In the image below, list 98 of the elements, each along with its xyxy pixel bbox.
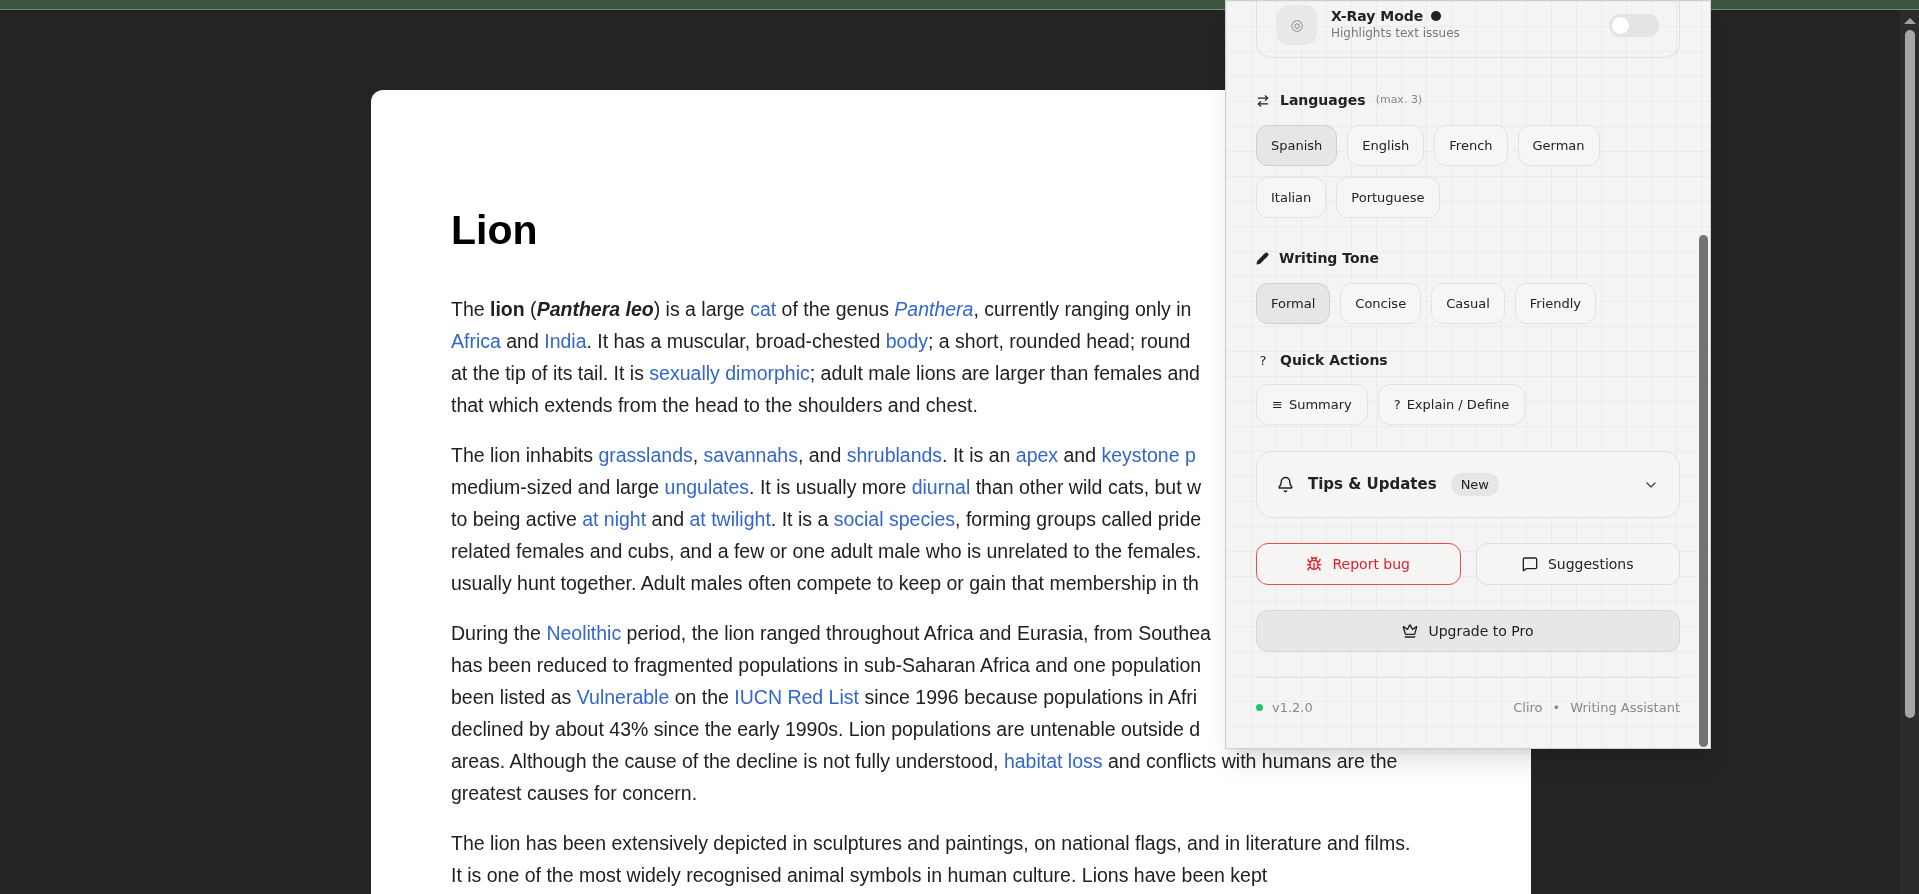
article-text: and bbox=[1062, 444, 1098, 466]
article-text: The lion has been extensively depicted in sculptures and paintings, on national flags, and in literature and films. bbox=[451, 832, 1411, 854]
version-label: v1.2.0 bbox=[1272, 699, 1313, 717]
article-link[interactable]: social species bbox=[833, 508, 956, 530]
option-chip[interactable]: Portuguese bbox=[1336, 177, 1440, 218]
article-text: ) is a large bbox=[653, 298, 746, 320]
chat-icon bbox=[1521, 556, 1538, 572]
article-text: areas. Although the cause of the decline is not fully understood, bbox=[451, 750, 1000, 772]
upgrade-button[interactable]: Upgrade to Pro bbox=[1256, 610, 1680, 652]
new-badge: New bbox=[1450, 472, 1499, 497]
article-link[interactable]: savannahs bbox=[703, 444, 798, 466]
toggle-switch[interactable] bbox=[1609, 13, 1659, 37]
article-link[interactable]: body bbox=[885, 330, 928, 352]
article-link[interactable]: sexually dimorphic bbox=[649, 362, 810, 384]
xray-icon: ◎ bbox=[1277, 5, 1317, 45]
article-text: During the bbox=[451, 622, 542, 644]
tagline-label: Writing Assistant bbox=[1570, 699, 1680, 717]
article-text: at the tip of its tail. It is bbox=[451, 362, 645, 384]
suggestions-button[interactable]: Suggestions bbox=[1475, 543, 1680, 585]
article-text: has been reduced to fragmented populations in sub-Saharan Africa and one population bbox=[451, 654, 1202, 676]
xray-subtitle: Highlights text issues bbox=[1331, 25, 1461, 42]
quick-action-button[interactable]: ? Explain / Define bbox=[1377, 384, 1526, 425]
option-chip[interactable]: Italian bbox=[1256, 177, 1327, 218]
article-link[interactable]: cat bbox=[750, 298, 777, 320]
article-text: ; adult male lions are larger than females and bbox=[809, 362, 1200, 384]
article-text: medium-sized and large bbox=[451, 476, 661, 498]
article-link[interactable]: diurnal bbox=[911, 476, 971, 498]
article-link[interactable]: Neolithic bbox=[546, 622, 622, 644]
article-text: It is one of the most widely recognised animal symbols in human culture. Lions have been kept bbox=[451, 864, 1268, 886]
option-chip[interactable]: French bbox=[1434, 125, 1508, 166]
article-link[interactable]: at twilight bbox=[689, 508, 771, 530]
article-text: to being active bbox=[451, 508, 578, 530]
brand-label: Cliro bbox=[1513, 699, 1543, 717]
article-text: , bbox=[692, 444, 700, 466]
article-link[interactable]: apex bbox=[1015, 444, 1059, 466]
option-chip[interactable]: Casual bbox=[1431, 283, 1505, 324]
article-text: . It is an bbox=[942, 444, 1012, 466]
quick-action-button[interactable]: ≡ Summary bbox=[1256, 384, 1368, 425]
article-text: and conflicts with humans are the bbox=[1106, 750, 1398, 772]
option-chip[interactable]: Concise bbox=[1340, 283, 1422, 324]
article-text: and bbox=[650, 508, 686, 530]
article-text: than other wild cats, but w bbox=[974, 476, 1202, 498]
article-text: on the bbox=[673, 686, 730, 708]
section-title: Writing Tone bbox=[1279, 249, 1380, 268]
article-text: The lion inhabits bbox=[451, 444, 594, 466]
section-title: Languages bbox=[1280, 91, 1366, 110]
article-text: related females and cubs, and a few or one adult male who is unrelated to the females. bbox=[451, 540, 1202, 562]
article-link[interactable]: India bbox=[544, 330, 587, 352]
info-icon bbox=[1431, 11, 1442, 21]
tips-card[interactable]: Tips & Updates New bbox=[1256, 451, 1680, 518]
article-link[interactable]: shrublands bbox=[846, 444, 943, 466]
article-text: period, the lion ranged throughout Africa and Eurasia, from Southea bbox=[625, 622, 1211, 644]
scroll-up-icon[interactable] bbox=[1903, 18, 1916, 24]
bell-icon bbox=[1277, 476, 1294, 493]
article-link[interactable]: habitat loss bbox=[1003, 750, 1103, 772]
bug-icon bbox=[1306, 556, 1323, 572]
xray-title: X-Ray Mode bbox=[1331, 8, 1424, 24]
article-text: usually hunt together. Adult males often compete to keep or gain that membership in th bbox=[451, 572, 1199, 594]
article-text: , forming groups called pride bbox=[955, 508, 1202, 530]
article-text: . It has a muscular, broad-chested bbox=[586, 330, 882, 352]
article-text: declined by about 43% since the early 1990s. Lion populations are untenable outside d bbox=[451, 718, 1201, 740]
article-text: of the genus bbox=[780, 298, 890, 320]
swap-icon bbox=[1256, 93, 1270, 108]
article-text: that which extends from the head to the shoulders and chest. bbox=[451, 394, 978, 416]
question-icon: ? bbox=[1256, 350, 1270, 371]
separator-dot: • bbox=[1552, 699, 1561, 717]
option-chip[interactable]: Friendly bbox=[1514, 283, 1597, 324]
article-text: , and bbox=[797, 444, 843, 466]
article-text: . It is usually more bbox=[749, 476, 908, 498]
option-chip[interactable]: Formal bbox=[1256, 283, 1331, 324]
article-text: ; a short, rounded head; round bbox=[928, 330, 1191, 352]
article-link[interactable]: ungulates bbox=[664, 476, 750, 498]
article-text: greatest causes for concern. bbox=[451, 782, 698, 804]
tips-title: Tips & Updates bbox=[1308, 474, 1437, 496]
pencil-icon bbox=[1256, 252, 1269, 265]
option-chip[interactable]: Spanish bbox=[1256, 125, 1338, 166]
article-text: , currently ranging only in bbox=[973, 298, 1192, 320]
article-text: . It is a bbox=[770, 508, 830, 530]
option-chip[interactable]: German bbox=[1517, 125, 1600, 166]
section-title: Quick Actions bbox=[1280, 351, 1388, 370]
article-link[interactable]: IUCN Red List bbox=[734, 686, 859, 708]
option-chip[interactable]: English bbox=[1347, 125, 1425, 166]
report-bug-button[interactable]: Report bug bbox=[1256, 543, 1461, 585]
article-text: Panthera leo bbox=[536, 298, 654, 320]
article-text: The lion ( bbox=[451, 298, 537, 320]
article-title: Lion bbox=[451, 206, 538, 254]
article-link[interactable]: Panthera bbox=[894, 298, 974, 320]
article-link[interactable]: keystone p bbox=[1101, 444, 1196, 466]
article-link[interactable]: at night bbox=[582, 508, 647, 530]
article-link[interactable]: Africa bbox=[451, 330, 501, 352]
article-link[interactable]: grasslands bbox=[598, 444, 693, 466]
article-text: and bbox=[505, 330, 540, 352]
article-link[interactable]: Vulnerable bbox=[576, 686, 670, 708]
article-text: since 1996 because populations in Afri bbox=[863, 686, 1198, 708]
crown-icon bbox=[1402, 623, 1419, 639]
scrollbar-thumb[interactable] bbox=[1904, 30, 1915, 718]
article-text: been listed as bbox=[451, 686, 573, 708]
section-note: (max. 3) bbox=[1375, 92, 1423, 109]
